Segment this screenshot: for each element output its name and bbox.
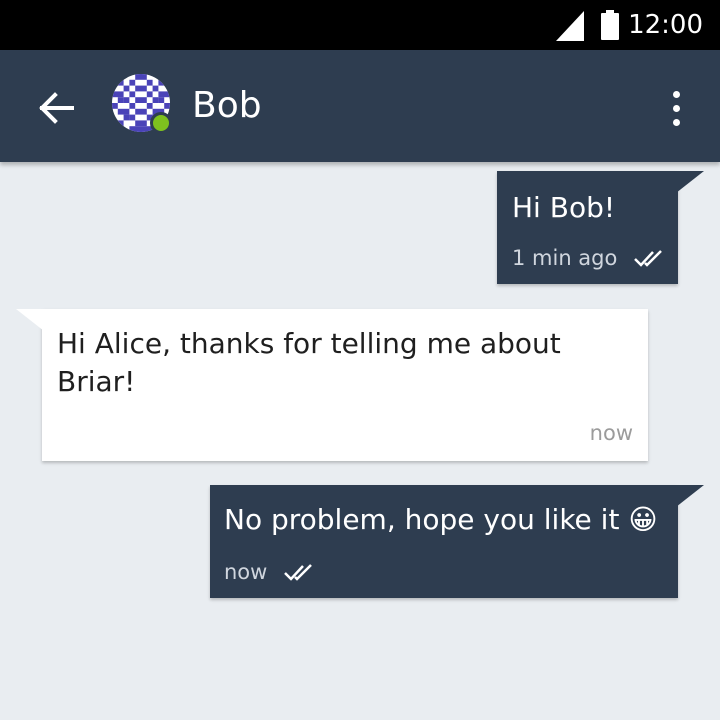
message-time: 1 min ago <box>512 246 618 270</box>
message-bubble-outgoing[interactable]: Hi Bob! 1 min ago <box>497 171 704 284</box>
bubble-tail <box>676 171 704 193</box>
overflow-menu-button[interactable] <box>652 80 700 136</box>
conversation-toolbar: Bob <box>0 50 720 162</box>
status-time: 12:00 <box>628 10 703 40</box>
message-text: No problem, hope you like it 😀 <box>224 503 658 536</box>
overflow-dot-icon <box>672 90 680 98</box>
overflow-dot-icon <box>672 118 680 126</box>
message-bubble-incoming[interactable]: Hi Alice, thanks for telling me about Br… <box>16 309 648 461</box>
message-meta: now <box>590 419 633 447</box>
back-button[interactable] <box>28 80 84 136</box>
double-check-icon <box>284 564 313 581</box>
arrow-back-icon <box>39 92 74 124</box>
contact-avatar[interactable] <box>112 74 174 136</box>
message-text: Hi Bob! <box>512 191 616 224</box>
message-time: now <box>224 560 268 584</box>
message-meta: 1 min ago <box>512 244 665 272</box>
signal-icon <box>556 11 584 41</box>
message-text: Hi Alice, thanks for telling me about Br… <box>57 327 561 398</box>
bubble-tail <box>676 485 704 507</box>
double-check-icon <box>634 250 663 267</box>
message-bubble-outgoing[interactable]: No problem, hope you like it 😀 now <box>210 485 704 598</box>
message-meta: now <box>224 558 315 586</box>
battery-icon <box>601 10 619 40</box>
bubble-tail <box>16 309 44 331</box>
message-time: now <box>589 421 633 445</box>
contact-name[interactable]: Bob <box>192 84 262 128</box>
overflow-dot-icon <box>672 104 680 112</box>
online-status-indicator <box>150 112 172 134</box>
status-bar: 12:00 <box>0 0 720 50</box>
